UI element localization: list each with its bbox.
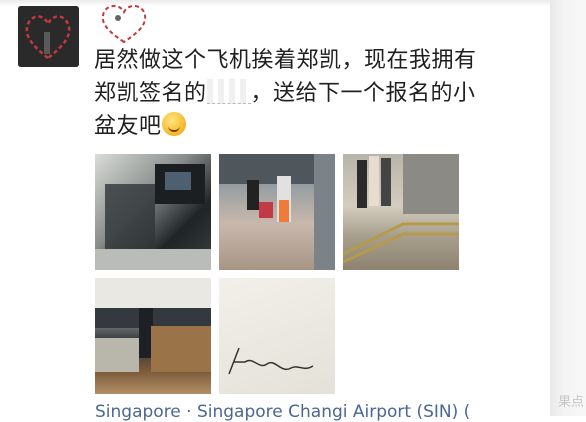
heart-avatar-icon	[18, 6, 79, 67]
checkin-counter-photo[interactable]	[95, 278, 211, 394]
post-text-line2a: 郑凯签名的	[94, 81, 207, 106]
post-text: 居然做这个飞机挨着郑凯，现在我拥有 郑凯签名的 ，送给下一个报名的小 盆友吧	[94, 44, 534, 143]
photo-grid	[95, 154, 459, 394]
redacted-word	[206, 79, 251, 104]
location-link[interactable]: Singapore · Singapore Changi Airport (SI…	[95, 402, 470, 422]
queue-photo[interactable]	[343, 154, 459, 270]
post-text-line3: 盆友吧	[94, 114, 162, 139]
top-divider	[0, 0, 586, 6]
avatar[interactable]	[18, 6, 79, 67]
username-heart-icon[interactable]	[92, 0, 156, 46]
post-text-line1: 居然做这个飞机挨着郑凯，现在我拥有	[94, 48, 477, 73]
cabin-seat-photo[interactable]	[95, 154, 211, 270]
walkway-photo[interactable]	[219, 154, 335, 270]
corner-watermark: 果点	[557, 395, 584, 410]
laughing-tears-emoji-icon	[161, 112, 186, 136]
post-text-line2b: ，送给下一个报名的小	[250, 81, 476, 106]
right-side-panel	[550, 0, 586, 416]
signature-paper-photo[interactable]	[219, 278, 335, 394]
